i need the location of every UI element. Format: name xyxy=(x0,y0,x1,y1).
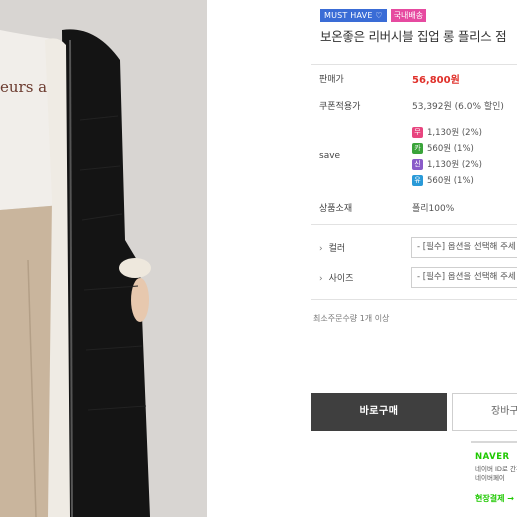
chevron-right-icon: › xyxy=(319,274,323,284)
save-item-text: 1,130원 (2%) xyxy=(427,160,482,170)
save-item: 신 1,130원 (2%) xyxy=(412,158,482,170)
buy-now-button[interactable]: 바로구매 xyxy=(311,393,447,431)
naver-logo: NAVER xyxy=(475,452,510,462)
mileage-icon: 무 xyxy=(412,126,423,138)
price-value: 56,800원 xyxy=(412,75,460,86)
add-to-cart-button[interactable]: 장바구 xyxy=(452,393,517,431)
domestic-shipping-badge: 국내배송 xyxy=(390,9,427,22)
credit-icon: 신 xyxy=(412,158,423,170)
divider xyxy=(311,64,517,65)
divider xyxy=(311,299,517,300)
card-icon: 카 xyxy=(412,142,423,154)
save-item: 유 560원 (1%) xyxy=(412,174,474,186)
coupon-price-label: 쿠폰적용가 xyxy=(319,102,361,112)
point-icon: 유 xyxy=(412,174,423,186)
price-label: 판매가 xyxy=(319,75,344,85)
material-value: 폴리100% xyxy=(412,204,455,214)
minimum-order-quantity: 최소주문수량 1개 이상 xyxy=(313,314,390,323)
material-label: 상품소재 xyxy=(319,204,353,214)
save-item-text: 1,130원 (2%) xyxy=(427,128,482,138)
naver-pay-link[interactable]: 현장결제 → xyxy=(475,493,514,504)
divider xyxy=(311,224,517,225)
color-option-label: › 컬러 xyxy=(319,244,346,254)
product-image: eurs am xyxy=(0,0,207,517)
save-item-text: 560원 (1%) xyxy=(427,144,474,154)
naver-pay-box[interactable]: NAVER 네이버 ID로 간편 네이버페이 현장결제 → xyxy=(471,441,517,511)
size-option-label: › 사이즈 xyxy=(319,274,354,284)
naver-description: 네이버 ID로 간편 네이버페이 xyxy=(475,465,517,482)
save-label: save xyxy=(319,151,341,161)
product-title: 보온좋은 리버시블 집업 롱 플리스 점 xyxy=(320,29,507,44)
save-item: 카 560원 (1%) xyxy=(412,142,474,154)
size-select[interactable]: - [필수] 옵션을 선택해 주세 xyxy=(411,267,517,288)
save-item: 무 1,130원 (2%) xyxy=(412,126,482,138)
product-badges: MUST HAVE ♡ 국내배송 xyxy=(320,9,427,22)
coupon-price-value: 53,392원 (6.0% 할인) xyxy=(412,102,504,112)
product-photo-illustration: eurs am xyxy=(0,0,207,517)
save-item-text: 560원 (1%) xyxy=(427,176,474,186)
chevron-right-icon: › xyxy=(319,244,323,254)
product-info-panel: MUST HAVE ♡ 국내배송 보온좋은 리버시블 집업 롱 플리스 점 판매… xyxy=(207,0,517,517)
color-select[interactable]: - [필수] 옵션을 선택해 주세 xyxy=(411,237,517,258)
must-have-badge: MUST HAVE ♡ xyxy=(320,9,387,22)
